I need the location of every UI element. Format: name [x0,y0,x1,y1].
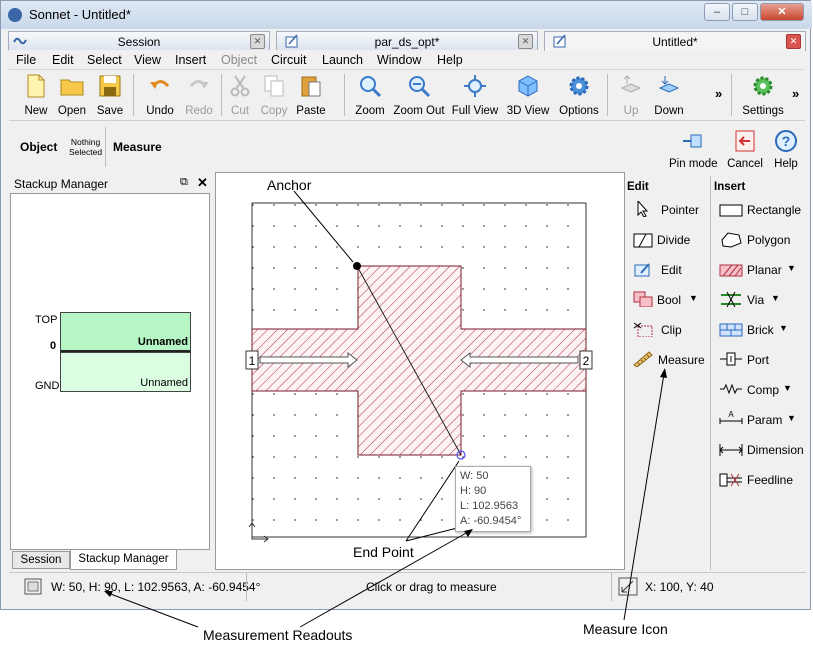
readout-arrowhead-2 [464,529,473,537]
readout-callout-arrow-2 [299,531,469,628]
measure-icon-arrowhead [660,368,667,378]
measurement-readouts-callout: Measurement Readouts [203,627,353,643]
readout-callout-arrow [107,592,199,628]
callout-lines [104,368,667,628]
measure-icon-callout: Measure Icon [583,621,668,637]
measure-icon-callout-arrow [623,373,665,621]
